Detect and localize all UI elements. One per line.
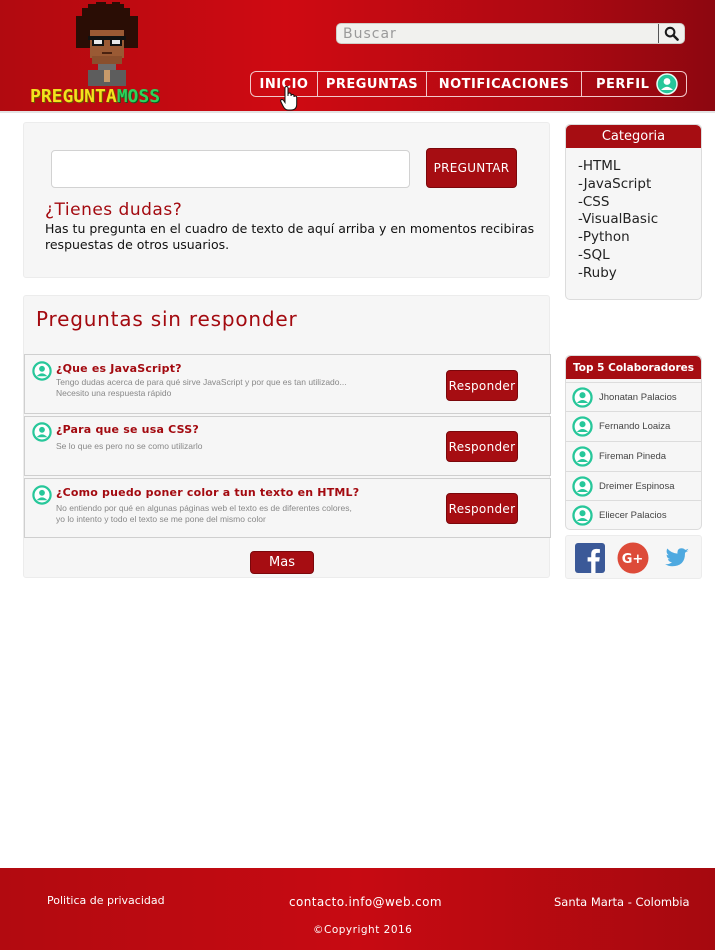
collaborator-name: Jhonatan Palacios (599, 392, 677, 403)
category-item-ruby[interactable]: -Ruby (578, 265, 701, 283)
nav-item-preguntas[interactable]: PREGUNTAS (318, 72, 427, 96)
ask-description: Has tu pregunta en el cuadro de texto de… (45, 221, 535, 252)
answer-button[interactable]: Responder (446, 493, 518, 524)
question-title[interactable]: ¿Que es JavaScript? (56, 362, 182, 375)
logo-wordmark[interactable]: PREGUNTAMOSS (30, 86, 160, 107)
category-item-python[interactable]: -Python (578, 229, 701, 247)
ask-title: ¿Tienes dudas? (45, 200, 183, 220)
collaborator-item[interactable]: Fireman Pineda (566, 441, 701, 471)
collaborator-name: Fireman Pineda (599, 451, 667, 462)
contact-email-link[interactable]: contacto.info@web.com (289, 895, 442, 909)
user-avatar-icon (32, 422, 52, 442)
question-description: Tengo dudas acerca de para qué sirve Jav… (56, 377, 347, 398)
user-avatar-icon (572, 446, 593, 467)
location-text: Santa Marta - Colombia (554, 895, 690, 909)
svg-text:G+: G+ (622, 552, 644, 567)
collaborator-name: Fernando Loaiza (599, 421, 671, 432)
logo-avatar-icon (76, 2, 138, 86)
ask-question-panel: PREGUNTAR ¿Tienes dudas? Has tu pregunta… (23, 122, 550, 278)
top-collaborators-title: Top 5 Colaboradores (566, 356, 701, 379)
question-description: Se lo que es pero no se como utilizarlo (56, 441, 203, 451)
question-row: ¿Para que se usa CSS? Se lo que es pero … (24, 416, 551, 476)
search-input[interactable] (337, 24, 659, 43)
answer-button[interactable]: Responder (446, 431, 518, 462)
social-links: G+ (565, 535, 702, 579)
copyright-text: ©Copyright 2016 (313, 924, 413, 936)
nav-item-notificaciones[interactable]: NOTIFICACIONES (427, 72, 582, 96)
user-avatar-icon (572, 505, 593, 526)
search-box (336, 23, 685, 44)
category-item-visualbasic[interactable]: -VisualBasic (578, 211, 701, 229)
user-profile-icon (656, 73, 678, 95)
collaborator-name: Eliecer Palacios (599, 510, 667, 521)
categories-title: Categoria (566, 125, 701, 148)
question-title[interactable]: ¿Como puedo poner color a tun texto en H… (56, 486, 359, 499)
footer: Politica de privacidad contacto.info@web… (0, 868, 715, 950)
ask-button[interactable]: PREGUNTAR (426, 148, 517, 188)
collaborator-item[interactable]: Fernando Loaiza (566, 411, 701, 441)
collaborator-item[interactable]: Eliecer Palacios (566, 500, 701, 529)
search-button[interactable] (658, 24, 684, 43)
question-description: No entiendo por qué en algunas páginas w… (56, 503, 352, 524)
user-avatar-icon (572, 476, 593, 497)
more-button[interactable]: Mas (250, 551, 314, 574)
unanswered-title: Preguntas sin responder (36, 307, 298, 331)
category-item-css[interactable]: -CSS (578, 194, 701, 212)
facebook-icon[interactable] (574, 542, 606, 574)
question-row: ¿Que es JavaScript? Tengo dudas acerca d… (24, 354, 551, 414)
logo-part2: MOSS (116, 86, 161, 107)
answer-button[interactable]: Responder (446, 370, 518, 401)
hand-cursor-icon (280, 86, 298, 111)
category-item-sql[interactable]: -SQL (578, 247, 701, 265)
unanswered-questions-panel: Preguntas sin responder ¿Que es JavaScri… (23, 295, 551, 578)
google-plus-icon[interactable]: G+ (617, 542, 649, 574)
category-item-html[interactable]: -HTML (578, 158, 701, 176)
logo-part1: PREGUNTA (30, 86, 117, 107)
user-avatar-icon (32, 485, 52, 505)
nav-item-perfil-label: PERFIL (596, 76, 650, 92)
collaborator-item[interactable]: Jhonatan Palacios (566, 382, 701, 412)
user-avatar-icon (572, 416, 593, 437)
categories-list: -HTML -JavaScript -CSS -VisualBasic -Pyt… (566, 148, 701, 283)
question-row: ¿Como puedo poner color a tun texto en H… (24, 478, 551, 538)
privacy-link[interactable]: Politica de privacidad (47, 894, 165, 907)
nav-item-perfil[interactable]: PERFIL (582, 72, 686, 96)
header-divider (0, 111, 715, 113)
header: PREGUNTAMOSS INICIO PREGUNTAS NOTIFICACI… (0, 0, 715, 111)
twitter-icon[interactable] (660, 542, 692, 574)
question-input[interactable] (51, 150, 410, 188)
user-avatar-icon (32, 361, 52, 381)
top-collaborators-panel: Top 5 Colaboradores Jhonatan Palacios Fe… (565, 355, 702, 530)
categories-panel: Categoria -HTML -JavaScript -CSS -Visual… (565, 124, 702, 300)
category-item-javascript[interactable]: -JavaScript (578, 176, 701, 194)
question-title[interactable]: ¿Para que se usa CSS? (56, 423, 199, 436)
collaborator-item[interactable]: Dreimer Espinosa (566, 471, 701, 501)
user-avatar-icon (572, 387, 593, 408)
search-icon (664, 26, 679, 41)
main-nav: INICIO PREGUNTAS NOTIFICACIONES PERFIL (250, 71, 687, 97)
collaborator-name: Dreimer Espinosa (599, 481, 675, 492)
